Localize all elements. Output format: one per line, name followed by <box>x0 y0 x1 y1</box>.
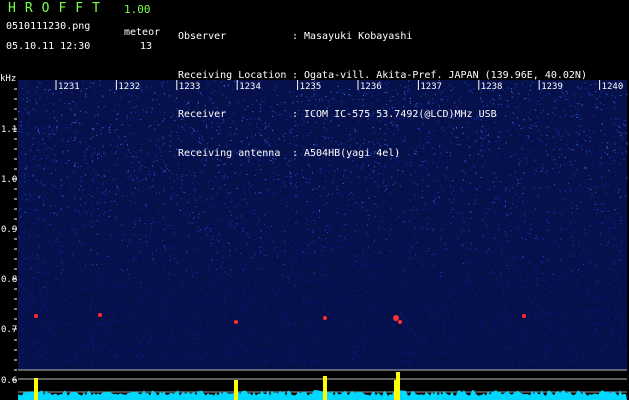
level-peak <box>34 378 38 400</box>
info-row-receiver: Receiver: ICOM IC-575 53.7492(@LCD)MHz US… <box>178 108 587 121</box>
y-tick-label: 0.6 <box>1 376 17 386</box>
meteor-echo <box>323 316 327 320</box>
app-version: 1.00 <box>124 3 151 16</box>
info-row-location: Receiving Location: Ogata-vill. Akita-Pre… <box>178 69 587 82</box>
time-mark-label: 1240 <box>602 82 624 92</box>
info-key: Receiver <box>178 109 227 120</box>
app-title: HROFFT <box>8 1 109 16</box>
meteor-count: 13 <box>140 41 153 52</box>
info-value: Ogata-vill. Akita-Pref. JAPAN (139.96E, … <box>304 70 587 81</box>
info-value: A504HB(yagi 4el) <box>304 148 401 159</box>
level-peak <box>323 376 327 400</box>
y-tick-label: 0.7 <box>1 325 17 335</box>
level-peak <box>394 380 398 400</box>
y-tick-label: 1.0 <box>1 175 17 185</box>
y-axis-unit: kHz <box>0 74 17 84</box>
info-colon: : <box>292 109 299 120</box>
info-colon: : <box>292 31 299 42</box>
info-key: Receiving antenna <box>178 148 281 159</box>
info-row-observer: Observer: Masayuki Kobayashi <box>178 30 587 43</box>
level-peak <box>234 380 238 400</box>
meteor-echo <box>98 313 102 317</box>
meteor-label: meteor <box>124 27 161 38</box>
meteor-echo <box>398 320 402 324</box>
info-key: Observer <box>178 31 227 42</box>
info-key: Receiving Location <box>178 70 287 81</box>
info-value: Masayuki Kobayashi <box>304 31 413 42</box>
file-name: 0510111230.png <box>6 21 91 32</box>
info-colon: : <box>292 148 299 159</box>
info-row-antenna: Receiving antenna: A504HB(yagi 4el) <box>178 147 587 160</box>
station-info: Observer: Masayuki Kobayashi Receiving Lo… <box>178 4 587 173</box>
meteor-echo <box>234 320 238 324</box>
meteor-echo <box>393 315 399 321</box>
file-datetime: 05.10.11 12:30 <box>6 41 91 52</box>
info-value: ICOM IC-575 53.7492(@LCD)MHz USB <box>304 109 497 120</box>
y-tick-label: 0.9 <box>1 225 17 235</box>
y-tick-label: 0.8 <box>1 275 17 285</box>
time-mark-label: 1231 <box>58 82 80 92</box>
meteor-echo <box>34 314 38 318</box>
meteor-echo <box>522 314 526 318</box>
time-mark-label: 1232 <box>118 82 140 92</box>
info-colon: : <box>292 70 299 81</box>
y-tick-label: 1.1 <box>1 125 17 135</box>
